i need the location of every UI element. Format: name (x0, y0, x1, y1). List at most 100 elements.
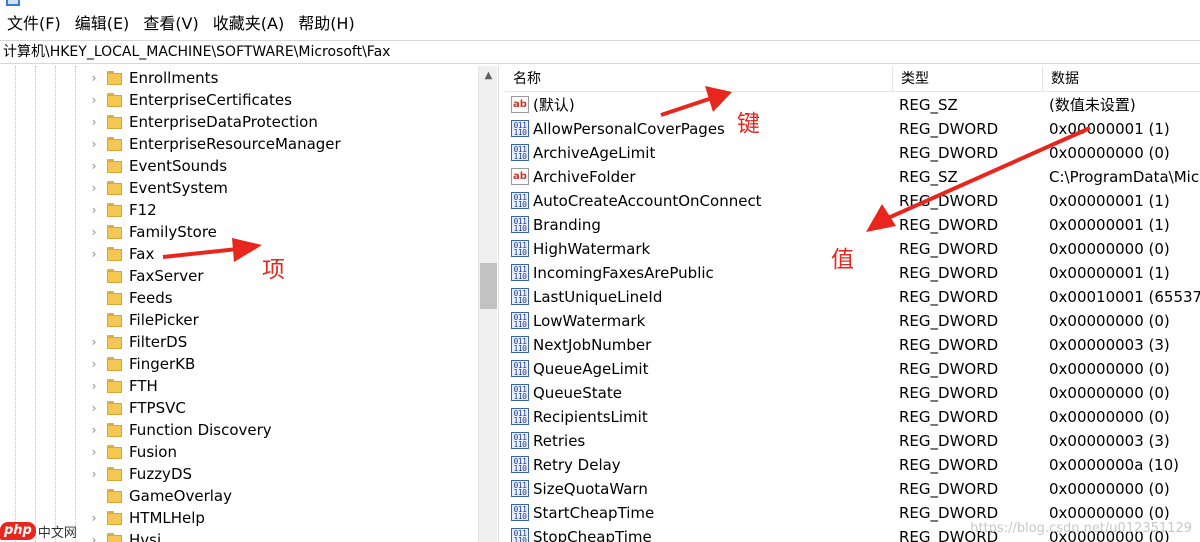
reg-binary-icon: 011 110 (511, 408, 529, 425)
value-type: REG_SZ (899, 96, 958, 114)
value-type: REG_DWORD (899, 240, 999, 258)
value-row[interactable]: 011 110 Retry Delay REG_DWORD 0x0000000a (1… (505, 453, 1200, 477)
chevron-right-icon[interactable]: › (89, 199, 99, 221)
chevron-right-icon[interactable]: › (89, 155, 99, 177)
value-row[interactable]: 011 110 NextJobNumber REG_DWORD 0x00000003 … (505, 333, 1200, 357)
tree-item[interactable]: › Enrollments (0, 67, 476, 89)
tree-item[interactable]: › EnterpriseDataProtection (0, 111, 476, 133)
tree-item[interactable]: › FuzzyDS (0, 463, 476, 485)
value-row[interactable]: 011 110 AutoCreateAccountOnConnect REG_DWO… (505, 189, 1200, 213)
chevron-right-icon[interactable]: › (89, 463, 99, 485)
key-tree-pane[interactable]: › Enrollments › EnterpriseCertificates › Ente… (0, 66, 476, 542)
value-data: C:\ProgramData\Mic (1049, 168, 1200, 186)
value-type: REG_DWORD (899, 312, 999, 330)
value-data: 0x00000000 (0) (1049, 312, 1170, 330)
address-bar[interactable]: 计算机\HKEY_LOCAL_MACHINE\SOFTWARE\Microsof… (0, 40, 1200, 64)
scroll-up-icon[interactable]: ▲ (479, 66, 498, 85)
chevron-right-icon[interactable]: › (89, 89, 99, 111)
tree-item-label: FilePicker (129, 311, 199, 329)
chevron-right-icon[interactable]: › (89, 353, 99, 375)
folder-icon (107, 379, 122, 393)
value-row[interactable]: 011 110 QueueState REG_DWORD 0x00000000 (0) (505, 381, 1200, 405)
tree-item[interactable]: › Fusion (0, 441, 476, 463)
tree-item[interactable]: › FTH (0, 375, 476, 397)
value-row[interactable]: 011 110 LowWatermark REG_DWORD 0x00000000 (… (505, 309, 1200, 333)
value-row[interactable]: ab (默认) REG_SZ (数值未设置) (505, 93, 1200, 117)
tree-item[interactable]: › FilterDS (0, 331, 476, 353)
reg-string-icon: ab (511, 96, 529, 113)
column-header-data[interactable]: 数据 (1043, 66, 1200, 92)
chevron-right-icon[interactable]: › (89, 441, 99, 463)
column-header-name[interactable]: 名称 (505, 66, 893, 92)
value-name: AutoCreateAccountOnConnect (533, 192, 762, 210)
chevron-right-icon[interactable]: › (89, 67, 99, 89)
value-type: REG_DWORD (899, 432, 999, 450)
value-row[interactable]: 011 110 AllowPersonalCoverPages REG_DWORD 0… (505, 117, 1200, 141)
scrollbar-thumb[interactable] (480, 263, 497, 309)
value-row[interactable]: 011 110 LastUniqueLineId REG_DWORD 0x000100… (505, 285, 1200, 309)
tree-item[interactable]: › EnterpriseCertificates (0, 89, 476, 111)
chevron-right-icon[interactable]: › (89, 375, 99, 397)
value-row[interactable]: 011 110 QueueAgeLimit REG_DWORD 0x00000000 … (505, 357, 1200, 381)
value-name: NextJobNumber (533, 336, 652, 354)
folder-icon (107, 489, 122, 503)
tree-scrollbar[interactable]: ▲ (478, 66, 497, 542)
chevron-right-icon[interactable]: › (89, 397, 99, 419)
pane-splitter[interactable] (498, 66, 504, 542)
menu-favorites[interactable]: 收藏夹(A) (206, 10, 291, 38)
value-data: 0x00000000 (0) (1049, 408, 1170, 426)
tree-item[interactable]: › EnterpriseResourceManager (0, 133, 476, 155)
value-data: 0x00000000 (0) (1049, 384, 1170, 402)
values-list-pane[interactable]: 名称 类型 数据 ab (默认) REG_SZ (数值未设置) 011 110 Allow… (505, 66, 1200, 542)
folder-icon (107, 269, 122, 283)
value-name: QueueAgeLimit (533, 360, 649, 378)
folder-icon (107, 203, 122, 217)
value-data: 0x00000001 (1) (1049, 120, 1170, 138)
tree-item[interactable]: › Fax (0, 243, 476, 265)
chevron-right-icon[interactable]: › (89, 111, 99, 133)
tree-item[interactable]: › F12 (0, 199, 476, 221)
column-header-type[interactable]: 类型 (893, 66, 1043, 92)
value-name: Retries (533, 432, 586, 450)
menu-edit[interactable]: 编辑(E) (68, 10, 137, 38)
menu-file[interactable]: 文件(F) (0, 10, 68, 38)
tree-item[interactable]: GameOverlay (0, 485, 476, 507)
reg-string-icon: ab (511, 168, 529, 185)
tree-item[interactable]: › FingerKB (0, 353, 476, 375)
tree-item[interactable]: FilePicker (0, 309, 476, 331)
value-row[interactable]: 011 110 Retries REG_DWORD 0x00000003 (3) (505, 429, 1200, 453)
value-type: REG_DWORD (899, 336, 999, 354)
reg-binary-icon: 011 110 (511, 480, 529, 497)
chevron-right-icon[interactable]: › (89, 243, 99, 265)
menu-help[interactable]: 帮助(H) (291, 10, 362, 38)
tree-item-label: FuzzyDS (129, 465, 193, 483)
reg-binary-icon: 011 110 (511, 336, 529, 353)
tree-item-label: FTH (129, 377, 158, 395)
tree-item[interactable]: › EventSystem (0, 177, 476, 199)
reg-binary-icon: 011 110 (511, 456, 529, 473)
tree-item[interactable]: Feeds (0, 287, 476, 309)
tree-item[interactable]: › FTPSVC (0, 397, 476, 419)
value-row[interactable]: 011 110 Branding REG_DWORD 0x00000001 (1) (505, 213, 1200, 237)
chevron-right-icon[interactable]: › (89, 419, 99, 441)
value-name: AllowPersonalCoverPages (533, 120, 725, 138)
tree-item[interactable]: › FamilyStore (0, 221, 476, 243)
chevron-right-icon[interactable]: › (89, 133, 99, 155)
chevron-right-icon[interactable]: › (89, 507, 99, 529)
chevron-right-icon[interactable]: › (89, 221, 99, 243)
chevron-right-icon[interactable]: › (89, 177, 99, 199)
value-row[interactable]: 011 110 SizeQuotaWarn REG_DWORD 0x00000000 … (505, 477, 1200, 501)
tree-item-label: FilterDS (129, 333, 188, 351)
reg-binary-icon: 011 110 (511, 432, 529, 449)
tree-item[interactable]: › EventSounds (0, 155, 476, 177)
chevron-right-icon[interactable]: › (89, 529, 99, 542)
tree-item-label: Hvsi (129, 531, 162, 542)
value-row[interactable]: 011 110 ArchiveAgeLimit REG_DWORD 0x0000000… (505, 141, 1200, 165)
tree-item[interactable]: › Function Discovery (0, 419, 476, 441)
tree-item[interactable]: FaxServer (0, 265, 476, 287)
menu-view[interactable]: 查看(V) (136, 10, 205, 38)
value-row[interactable]: ab ArchiveFolder REG_SZ C:\ProgramData\Mic (505, 165, 1200, 189)
tree-item-label: EnterpriseResourceManager (129, 135, 341, 153)
value-row[interactable]: 011 110 RecipientsLimit REG_DWORD 0x0000000… (505, 405, 1200, 429)
chevron-right-icon[interactable]: › (89, 331, 99, 353)
